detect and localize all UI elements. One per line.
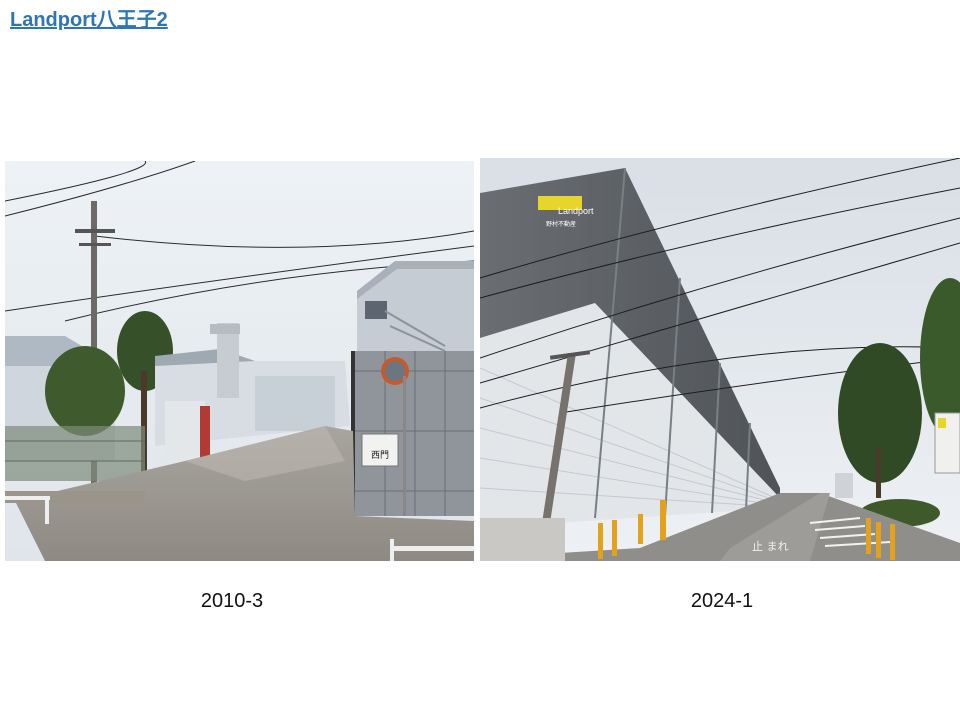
caption-2024: 2024-1 xyxy=(690,590,754,612)
photo-2024: Landport 野村不動産 止 まれ xyxy=(480,158,960,561)
photo-2024-scene: Landport 野村不動産 止 まれ xyxy=(480,158,960,561)
landport-logo-text: Landport xyxy=(558,206,594,216)
company-logo-text: 野村不動産 xyxy=(546,220,576,228)
photo-2010-scene: 西門 xyxy=(5,161,474,561)
title-link[interactable]: Landport八王子2 xyxy=(10,6,168,34)
road-marking-text: 止 まれ xyxy=(752,540,789,553)
slide: Landport八王子2 西門 Landport 野村不動産 止 まれ 2010… xyxy=(0,0,960,720)
caption-2010: 2010-3 xyxy=(200,590,264,612)
photo-2010: 西門 xyxy=(5,161,474,561)
gate-sign: 西門 xyxy=(371,450,389,461)
